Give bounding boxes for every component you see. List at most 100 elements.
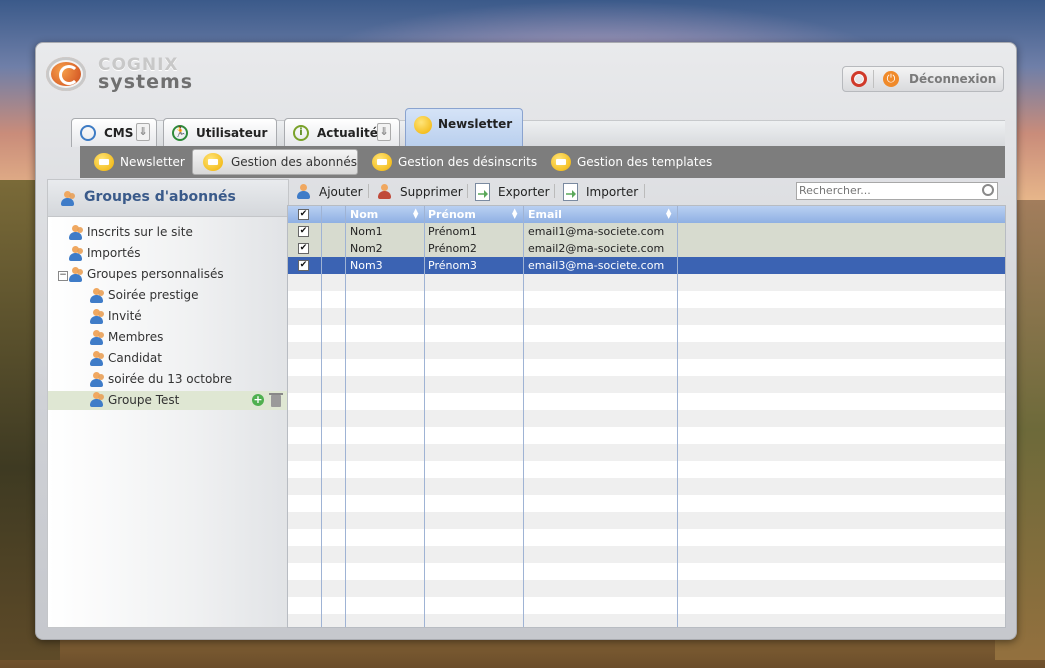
toolbar-divider bbox=[467, 184, 468, 198]
tree-item-importes[interactable]: Importés bbox=[68, 245, 268, 263]
button-label: Ajouter bbox=[319, 185, 363, 199]
empty-row bbox=[288, 274, 1005, 291]
envelope-icon bbox=[94, 153, 114, 171]
power-icon[interactable]: ⏻ bbox=[883, 71, 899, 87]
users-icon bbox=[68, 225, 84, 241]
column-divider bbox=[424, 206, 425, 627]
tree-item-membres[interactable]: Membres bbox=[89, 329, 269, 347]
import-button[interactable]: Importer bbox=[563, 182, 643, 202]
subnav-gestion-desinscrits[interactable]: Gestion des désinscrits bbox=[372, 150, 542, 174]
users-icon bbox=[60, 191, 76, 207]
users-icon bbox=[89, 392, 105, 408]
export-icon bbox=[475, 183, 490, 201]
column-divider bbox=[321, 206, 322, 627]
search-box bbox=[796, 182, 998, 200]
tab-label: Utilisateur bbox=[196, 126, 268, 140]
export-button[interactable]: Exporter bbox=[475, 182, 555, 202]
tab-newsletter[interactable]: Newsletter bbox=[405, 108, 523, 147]
tab-utilisateur[interactable]: 🏃 Utilisateur bbox=[163, 118, 277, 147]
main-tabs: CMS ⇓ 🏃 Utilisateur i Actualité ⇓ Newsle… bbox=[71, 105, 1011, 147]
cell-nom: Nom1 bbox=[350, 225, 383, 238]
search-input[interactable] bbox=[799, 183, 974, 198]
empty-row bbox=[288, 325, 1005, 342]
select-all-checkbox[interactable]: ✔ bbox=[298, 209, 309, 220]
empty-row bbox=[288, 359, 1005, 376]
search-icon[interactable] bbox=[982, 184, 994, 196]
collapse-icon[interactable]: − bbox=[58, 271, 68, 281]
cell-prenom: Prénom3 bbox=[428, 259, 477, 272]
empty-row bbox=[288, 376, 1005, 393]
arrow-down-icon[interactable]: ⇓ bbox=[136, 123, 150, 141]
table-row[interactable]: ✔ Nom1 Prénom1 email1@ma-societe.com bbox=[288, 223, 1005, 240]
cell-email: email2@ma-societe.com bbox=[528, 242, 665, 255]
cell-nom: Nom2 bbox=[350, 242, 383, 255]
sort-icon[interactable]: ▲ ▼ bbox=[413, 208, 420, 220]
tab-label: Newsletter bbox=[438, 117, 513, 131]
column-divider bbox=[677, 206, 678, 627]
empty-row bbox=[288, 308, 1005, 325]
subnav-label: Gestion des désinscrits bbox=[398, 155, 538, 169]
header-actions: ⏻ Déconnexion bbox=[842, 66, 1004, 92]
empty-row bbox=[288, 291, 1005, 308]
subnav-label: Newsletter bbox=[120, 155, 185, 169]
sort-icon[interactable]: ▲ ▼ bbox=[666, 208, 673, 220]
tree-item-label: soirée du 13 octobre bbox=[108, 372, 232, 386]
tab-label: Actualité bbox=[317, 126, 378, 140]
tab-cms[interactable]: CMS ⇓ bbox=[71, 118, 157, 147]
empty-row bbox=[288, 393, 1005, 410]
cell-email: email1@ma-societe.com bbox=[528, 225, 665, 238]
column-header-email[interactable]: Email bbox=[528, 208, 562, 221]
subnav-gestion-abonnes[interactable]: Gestion des abonnés bbox=[192, 149, 358, 175]
empty-row bbox=[288, 444, 1005, 461]
tree-item-label: Membres bbox=[108, 330, 164, 344]
delete-subscriber-button[interactable]: Supprimer bbox=[377, 182, 463, 202]
users-icon bbox=[89, 288, 105, 304]
sort-icon[interactable]: ▲ ▼ bbox=[512, 208, 519, 220]
users-icon bbox=[68, 267, 84, 283]
lifebuoy-icon[interactable] bbox=[851, 71, 867, 87]
import-icon bbox=[563, 183, 578, 201]
column-header-prenom[interactable]: Prénom bbox=[428, 208, 476, 221]
cognix-logo: COGNIX systems bbox=[46, 55, 206, 95]
subnav-gestion-templates[interactable]: Gestion des templates bbox=[551, 150, 721, 174]
tree-item-label: Importés bbox=[87, 246, 141, 260]
row-checkbox[interactable]: ✔ bbox=[298, 226, 309, 237]
tree-item-groupe-test[interactable]: Groupe Test + bbox=[48, 391, 288, 410]
table-row-selected[interactable]: ✔ Nom3 Prénom3 email3@ma-societe.com bbox=[288, 257, 1005, 274]
empty-row bbox=[288, 563, 1005, 580]
envelope-icon bbox=[551, 153, 571, 171]
logo-mark-icon bbox=[46, 57, 86, 91]
users-icon bbox=[68, 246, 84, 262]
row-checkbox[interactable]: ✔ bbox=[298, 243, 309, 254]
tree-item-inscrits[interactable]: Inscrits sur le site bbox=[68, 224, 268, 242]
add-icon[interactable]: + bbox=[252, 394, 264, 406]
tree-item-invite[interactable]: Invité bbox=[89, 308, 269, 326]
logout-button[interactable]: Déconnexion bbox=[909, 72, 996, 86]
tree-item-label: Candidat bbox=[108, 351, 162, 365]
subscribers-grid: ✔ Nom ▲ ▼ Prénom ▲ ▼ Email ▲ ▼ ✔ Nom1 Préno… bbox=[287, 205, 1006, 628]
panel-title: Groupes d'abonnés bbox=[84, 189, 236, 205]
empty-row bbox=[288, 461, 1005, 478]
empty-row bbox=[288, 495, 1005, 512]
divider bbox=[873, 70, 874, 88]
tree-item-groupes-personnalises[interactable]: Groupes personnalisés bbox=[68, 266, 268, 284]
tree-item-candidat[interactable]: Candidat bbox=[89, 350, 269, 368]
envelope-icon bbox=[414, 116, 432, 134]
toolbar-divider bbox=[368, 184, 369, 198]
table-row[interactable]: ✔ Nom2 Prénom2 email2@ma-societe.com bbox=[288, 240, 1005, 257]
trash-icon[interactable] bbox=[269, 393, 283, 407]
tree-item-soiree-13-octobre[interactable]: soirée du 13 octobre bbox=[89, 371, 269, 389]
gauge-icon bbox=[80, 125, 96, 141]
empty-row bbox=[288, 427, 1005, 444]
empty-row bbox=[288, 478, 1005, 495]
grid-header: ✔ Nom ▲ ▼ Prénom ▲ ▼ Email ▲ ▼ bbox=[288, 206, 1005, 223]
add-subscriber-button[interactable]: Ajouter bbox=[296, 182, 364, 202]
empty-row bbox=[288, 512, 1005, 529]
tab-actualite[interactable]: i Actualité ⇓ bbox=[284, 118, 400, 147]
row-checkbox[interactable]: ✔ bbox=[298, 260, 309, 271]
subnav-newsletter[interactable]: Newsletter bbox=[94, 150, 194, 174]
tree-item-soiree-prestige[interactable]: Soirée prestige bbox=[89, 287, 269, 305]
column-header-nom[interactable]: Nom bbox=[350, 208, 378, 221]
arrow-down-icon[interactable]: ⇓ bbox=[377, 123, 391, 141]
groups-panel: Groupes d'abonnés Inscrits sur le site I… bbox=[47, 179, 289, 628]
